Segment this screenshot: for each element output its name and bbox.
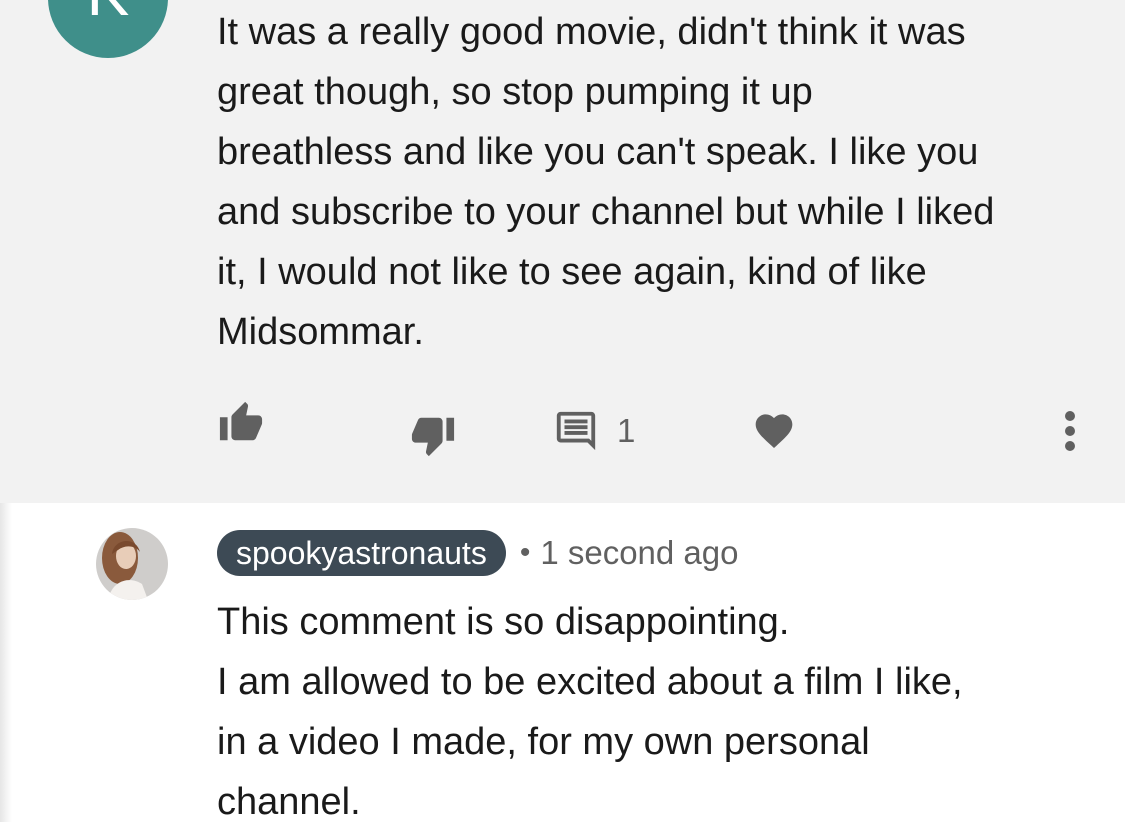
separator-dot: • [519,536,531,569]
comment-meta: spookyastronauts • 1 second ago [217,530,739,576]
dislike-button[interactable] [409,412,457,458]
reply-button[interactable]: 1 [553,408,635,454]
like-button[interactable] [217,400,265,446]
comment-parent: K It was a really good movie, didn't thi… [0,0,1125,503]
comment-text: This comment is so disappointing. I am a… [217,601,963,822]
avatar[interactable] [96,528,168,600]
comment-text: It was a really good movie, didn't think… [217,11,995,353]
thumbs-down-icon [411,417,455,457]
more-vert-icon [1065,411,1075,451]
thumbs-up-icon [219,401,263,441]
timestamp: 1 second ago [540,534,739,571]
avatar[interactable]: K [48,0,168,58]
avatar-photo [96,528,168,600]
avatar-letter: K [87,0,130,29]
more-options-button[interactable] [1058,408,1082,454]
comment-action-bar: 1 [0,400,1125,460]
heart-button[interactable] [752,408,796,450]
reply-count: 1 [617,412,636,449]
heart-icon [755,414,793,448]
author-name[interactable]: spookyastronauts [217,530,506,576]
comment-reply: spookyastronauts • 1 second ago This com… [0,503,1125,822]
comment-icon [556,411,596,451]
comments-screen: K It was a really good movie, didn't thi… [0,0,1125,822]
